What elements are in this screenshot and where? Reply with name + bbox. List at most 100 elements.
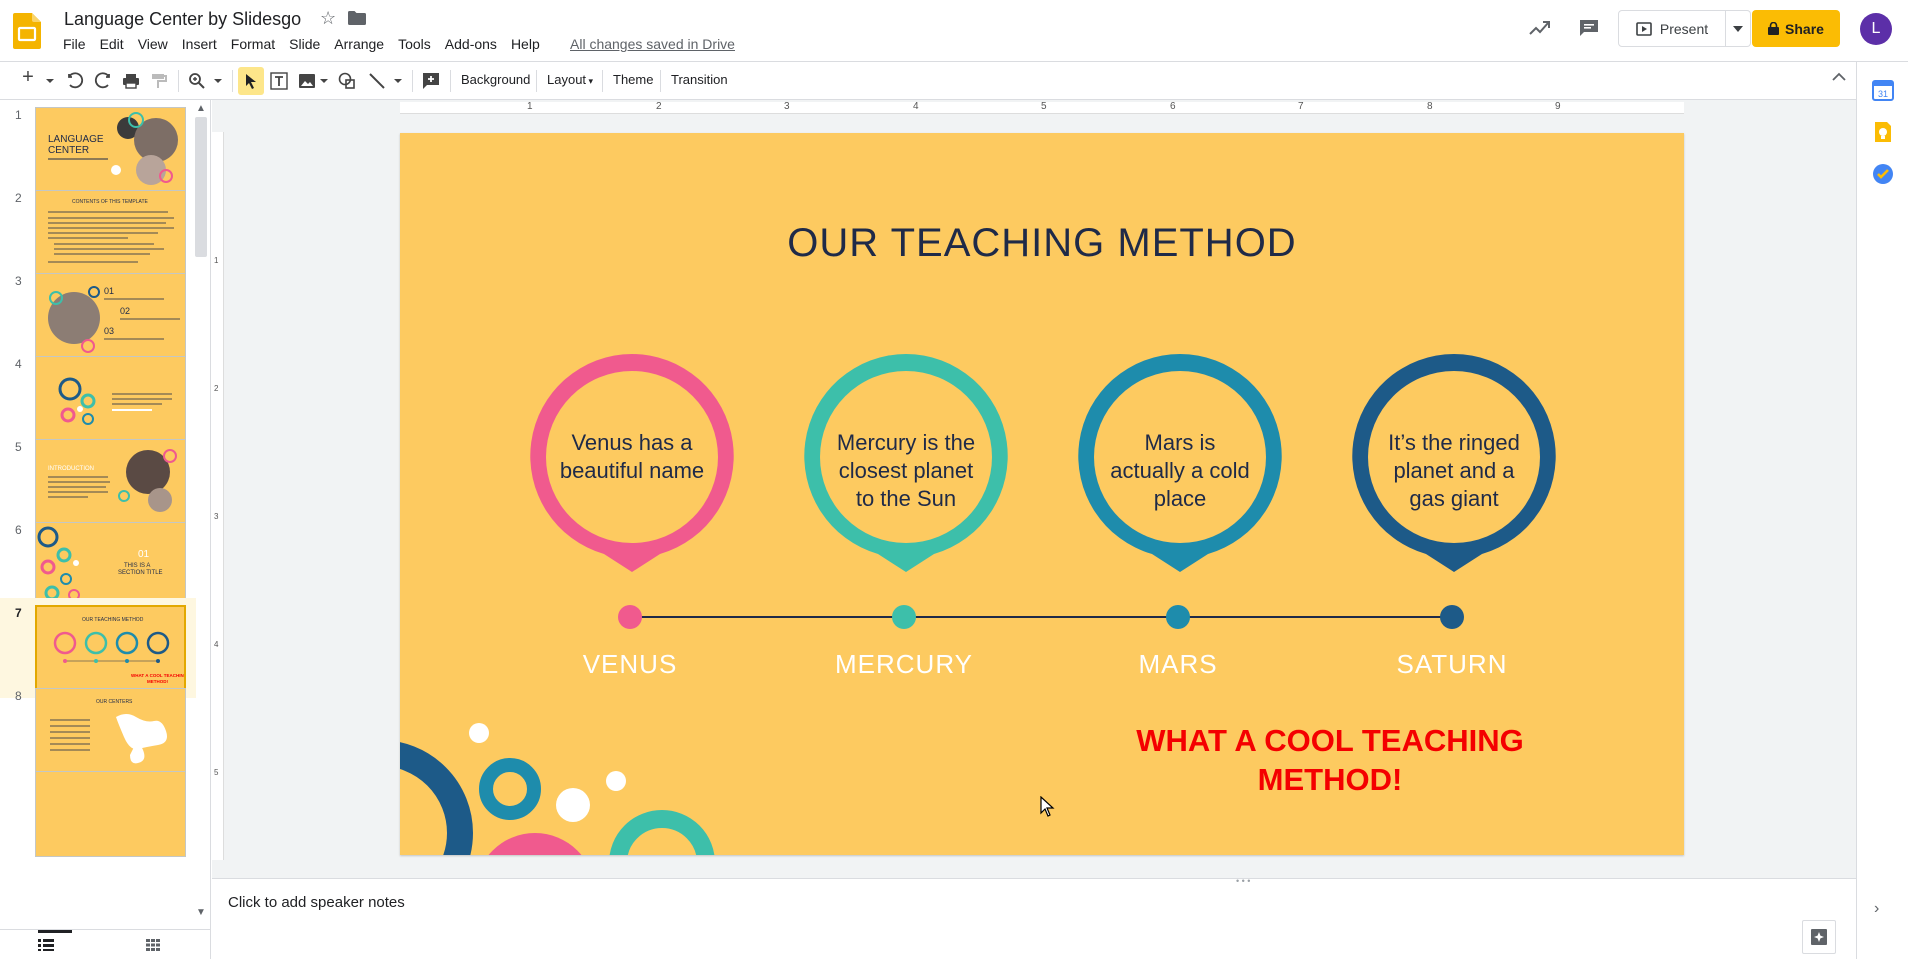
menu-edit[interactable]: Edit xyxy=(93,34,131,54)
timeline-dot-venus[interactable] xyxy=(618,605,642,629)
pin-text: Venus has a beautiful name xyxy=(559,430,705,483)
slide-title[interactable]: OUR TEACHING METHOD xyxy=(400,221,1684,266)
new-slide-icon[interactable]: + xyxy=(18,66,38,88)
ruler-tick: 3 xyxy=(214,512,219,521)
menu-insert[interactable]: Insert xyxy=(175,34,224,54)
zoom-icon[interactable] xyxy=(188,72,206,90)
menu-slide[interactable]: Slide xyxy=(282,34,327,54)
list-view-icon[interactable] xyxy=(38,939,54,951)
shape-icon[interactable] xyxy=(338,72,356,90)
activity-trend-icon[interactable] xyxy=(1528,18,1550,38)
pin-saturn[interactable]: It’s the ringed planet and a gas giant xyxy=(1347,349,1561,573)
select-tool[interactable] xyxy=(238,67,264,95)
thumbnail-graphic xyxy=(58,377,172,425)
collapse-toolbar-icon[interactable] xyxy=(1832,72,1846,82)
ruler-tick: 2 xyxy=(656,101,662,112)
undo-icon[interactable] xyxy=(66,72,84,90)
slide-thumbnail-selected[interactable]: OUR TEACHING METHOD WHAT A COOL TEACHING… xyxy=(35,605,186,691)
new-slide-caret-icon[interactable] xyxy=(46,72,54,90)
svg-text:CENTER: CENTER xyxy=(48,145,89,156)
zoom-caret-icon[interactable] xyxy=(214,72,222,90)
explore-button[interactable] xyxy=(1802,920,1836,954)
svg-text:WHAT A COOL TEACHING: WHAT A COOL TEACHING xyxy=(131,673,186,678)
line-icon[interactable] xyxy=(368,72,386,90)
image-caret-icon[interactable] xyxy=(320,72,328,90)
paint-format-icon[interactable] xyxy=(150,72,168,90)
menu-tools[interactable]: Tools xyxy=(391,34,438,54)
text-box-icon[interactable] xyxy=(270,72,288,90)
slide-thumbnail[interactable]: 01 THIS IS A SECTION TITLE xyxy=(35,522,186,608)
scroll-up-arrow-icon[interactable]: ▲ xyxy=(196,103,206,114)
account-avatar[interactable]: L xyxy=(1860,13,1892,45)
planet-label-mercury[interactable]: MERCURY xyxy=(794,649,1014,680)
menu-arrange[interactable]: Arrange xyxy=(327,34,391,54)
svg-text:INTRODUCTION: INTRODUCTION xyxy=(48,466,94,472)
slide-thumbnail[interactable]: OUR CENTERS xyxy=(35,688,186,774)
theme-button[interactable]: Theme xyxy=(613,72,653,87)
expand-side-panel-icon[interactable]: › xyxy=(1874,900,1879,918)
slide-number: 2 xyxy=(15,191,22,205)
slides-logo-icon[interactable] xyxy=(13,13,41,49)
keep-icon[interactable] xyxy=(1871,120,1895,144)
pin-mercury[interactable]: Mercury is the closest planet to the Sun xyxy=(799,349,1013,573)
speaker-notes-placeholder[interactable]: Click to add speaker notes xyxy=(228,894,405,911)
slide-thumbnail[interactable] xyxy=(35,356,186,442)
thumbnail-graphic: 01 THIS IS A SECTION TITLE xyxy=(37,526,163,601)
slide-number: 4 xyxy=(15,357,22,371)
pin-mars[interactable]: Mars is actually a cold place xyxy=(1073,349,1287,573)
grid-view-icon[interactable] xyxy=(146,939,160,951)
save-status-link[interactable]: All changes saved in Drive xyxy=(570,36,735,52)
pin-venus[interactable]: Venus has a beautiful name xyxy=(525,349,739,573)
vertical-ruler[interactable]: 1 2 3 4 5 xyxy=(212,132,224,860)
notes-resize-handle[interactable]: • • • xyxy=(1236,876,1250,886)
planet-label-saturn[interactable]: SATURN xyxy=(1342,649,1562,680)
star-icon[interactable]: ☆ xyxy=(320,8,336,29)
planet-label-venus[interactable]: VENUS xyxy=(520,649,740,680)
callout-text[interactable]: WHAT A COOL TEACHING METHOD! xyxy=(1120,721,1540,799)
comment-add-icon[interactable] xyxy=(422,72,440,90)
ruler-tick: 4 xyxy=(214,640,219,649)
filmstrip-slide-9-partial[interactable] xyxy=(0,764,196,864)
background-button[interactable]: Background xyxy=(461,72,530,87)
transition-button[interactable]: Transition xyxy=(671,72,728,87)
share-button[interactable]: Share xyxy=(1752,10,1840,47)
caret-down-icon xyxy=(1733,25,1743,32)
slide-thumbnail[interactable]: LANGUAGE CENTER xyxy=(35,107,186,193)
scroll-down-arrow-icon[interactable]: ▼ xyxy=(196,907,206,918)
slide-thumbnail[interactable]: INTRODUCTION xyxy=(35,439,186,525)
layout-button[interactable]: Layout ▾ xyxy=(547,72,593,87)
tasks-icon[interactable] xyxy=(1871,162,1895,186)
decorative-circles[interactable] xyxy=(400,693,740,855)
image-icon[interactable] xyxy=(298,72,316,90)
planet-label-mars[interactable]: MARS xyxy=(1068,649,1288,680)
select-cursor-icon xyxy=(246,74,256,89)
filmstrip-scrollbar[interactable] xyxy=(195,117,207,257)
redo-icon[interactable] xyxy=(94,72,112,90)
speaker-notes-panel[interactable]: • • • Click to add speaker notes xyxy=(212,876,1856,959)
present-button[interactable]: Present xyxy=(1618,10,1726,47)
present-dropdown[interactable] xyxy=(1726,10,1751,47)
svg-text:02: 02 xyxy=(120,306,130,316)
menu-help[interactable]: Help xyxy=(504,34,547,54)
lock-icon xyxy=(1768,22,1780,35)
timeline-dot-mercury[interactable] xyxy=(892,605,916,629)
comments-icon[interactable] xyxy=(1578,18,1600,38)
slide-thumbnail[interactable] xyxy=(35,771,186,857)
line-caret-icon[interactable] xyxy=(394,72,402,90)
slide-thumbnail[interactable]: CONTENTS OF THIS TEMPLATE xyxy=(35,190,186,276)
calendar-icon[interactable]: 31 xyxy=(1871,78,1895,102)
slide-thumbnail[interactable]: 01 02 03 xyxy=(35,273,186,359)
print-icon[interactable] xyxy=(122,72,140,90)
current-slide[interactable]: OUR TEACHING METHOD Venus has a beautifu… xyxy=(400,133,1684,855)
menu-format[interactable]: Format xyxy=(224,34,282,54)
menu-addons[interactable]: Add-ons xyxy=(438,34,504,54)
timeline-dot-mars[interactable] xyxy=(1166,605,1190,629)
horizontal-ruler[interactable]: 1 2 3 4 5 6 7 8 9 xyxy=(400,101,1684,114)
menu-file[interactable]: File xyxy=(56,34,93,54)
folder-icon[interactable] xyxy=(348,11,366,25)
menu-view[interactable]: View xyxy=(131,34,175,54)
timeline-dot-saturn[interactable] xyxy=(1440,605,1464,629)
document-title[interactable]: Language Center by Slidesgo xyxy=(64,9,301,30)
ruler-tick: 2 xyxy=(214,384,219,393)
timeline-line[interactable] xyxy=(630,616,1456,618)
